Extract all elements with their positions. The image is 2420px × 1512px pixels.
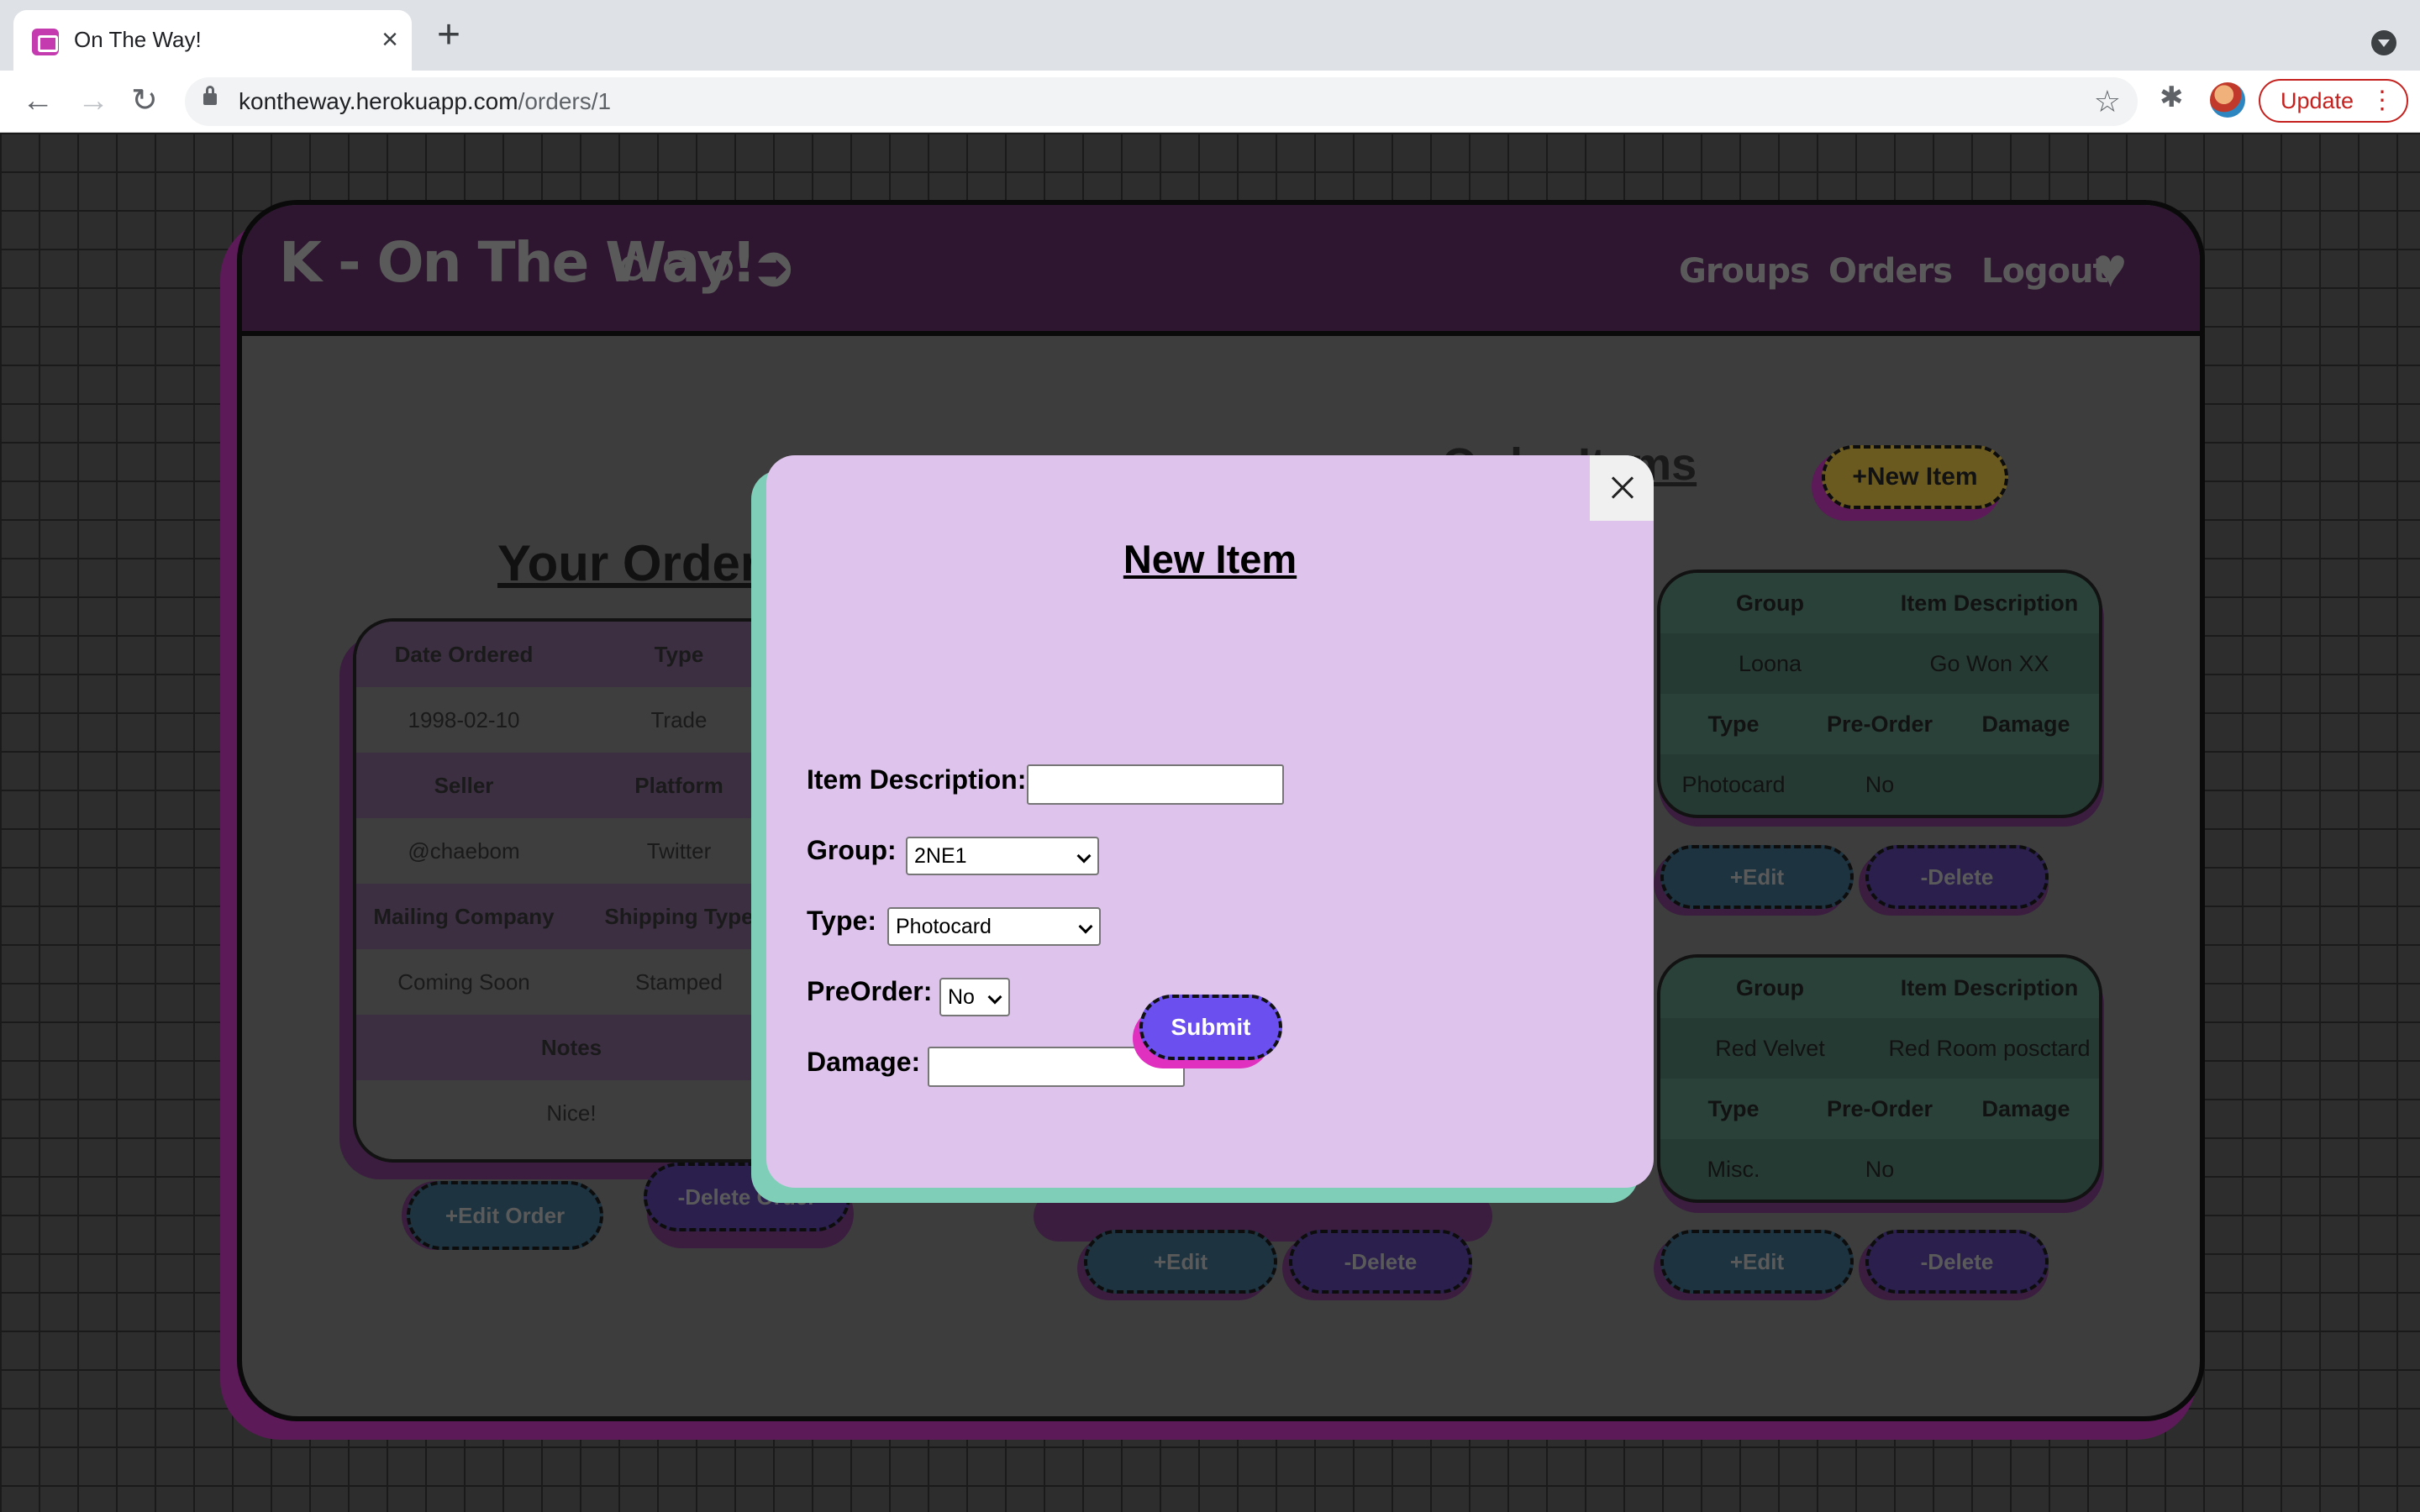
group-label: Group: <box>807 835 897 865</box>
url-path: /orders/1 <box>518 88 612 114</box>
type-select[interactable]: Photocard <box>887 907 1101 946</box>
forward-arrow-icon[interactable]: → <box>77 82 109 119</box>
bookmark-star-icon[interactable]: ☆ <box>2094 84 2121 119</box>
chevron-down-icon <box>1076 848 1092 864</box>
item-description-label: Item Description: <box>807 764 1027 795</box>
site-favicon-icon <box>32 29 59 55</box>
group-select[interactable]: 2NE1 <box>906 837 1099 875</box>
browser-tab[interactable]: On The Way! × <box>13 10 412 71</box>
chevron-down-icon <box>987 990 1002 1005</box>
tab-search-icon[interactable] <box>2371 30 2396 55</box>
update-label: Update <box>2281 88 2354 113</box>
submit-button[interactable]: Submit <box>1139 995 1282 1060</box>
type-selected-value: Photocard <box>896 915 992 938</box>
new-tab-button[interactable]: + <box>437 15 460 55</box>
group-selected-value: 2NE1 <box>914 844 967 868</box>
page-viewport: K - On The Way! ➲ Groups Orders Logout ♥… <box>0 133 2420 1512</box>
tab-close-icon[interactable]: × <box>381 25 398 54</box>
reload-icon[interactable]: ↻ <box>131 82 158 119</box>
address-bar[interactable]: kontheway.herokuapp.com/orders/1 ☆ <box>185 77 2138 126</box>
type-label: Type: <box>807 906 876 936</box>
chevron-down-icon <box>1078 919 1093 934</box>
browser-tab-bar: On The Way! × + <box>0 0 2420 71</box>
profile-avatar[interactable] <box>2210 82 2245 118</box>
more-menu-icon: ⋮ <box>2370 87 2395 114</box>
preorder-label: PreOrder: <box>807 976 933 1006</box>
damage-label: Damage: <box>807 1047 921 1077</box>
close-icon[interactable] <box>1590 455 1654 521</box>
url-domain: kontheway.herokuapp.com <box>239 88 518 114</box>
preorder-selected-value: No <box>948 985 975 1009</box>
tab-title: On The Way! <box>74 27 202 52</box>
new-item-modal: New Item Item Description: Group: 2NE1 T… <box>766 455 1654 1188</box>
extensions-puzzle-icon[interactable]: ✱ <box>2160 81 2184 114</box>
modal-title: New Item <box>1123 537 1297 581</box>
url-text[interactable]: kontheway.herokuapp.com/orders/1 <box>239 88 611 115</box>
preorder-select[interactable]: No <box>939 978 1010 1016</box>
browser-toolbar: ← → ↻ kontheway.herokuapp.com/orders/1 ☆ <box>0 71 2420 133</box>
lock-icon[interactable] <box>203 86 217 105</box>
item-description-input[interactable] <box>1027 764 1284 805</box>
back-arrow-icon[interactable]: ← <box>22 82 54 119</box>
update-button[interactable]: Update ⋮ <box>2259 79 2408 123</box>
